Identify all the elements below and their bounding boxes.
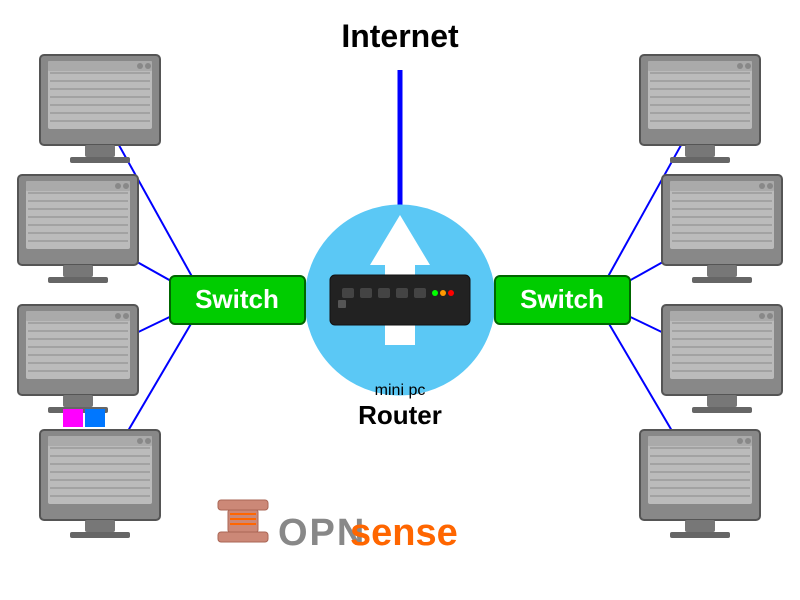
router-label: mini pc Router (358, 382, 442, 431)
main-canvas: Internet (0, 0, 800, 600)
svg-text:sense: sense (350, 512, 458, 554)
svg-text:Switch: Switch (195, 284, 279, 314)
svg-text:Switch: Switch (520, 284, 604, 314)
network-diagram: Switch Switch (0, 0, 800, 600)
router-big-label: Router (358, 400, 442, 431)
router-mini-label: mini pc (358, 382, 442, 400)
